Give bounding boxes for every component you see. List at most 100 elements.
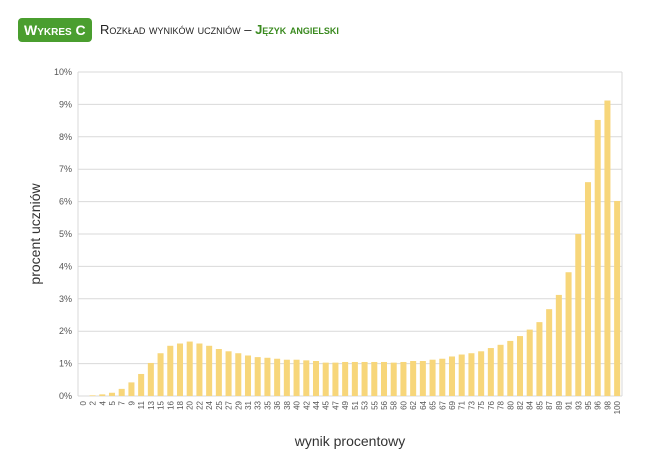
bar [274, 358, 281, 396]
x-tick-label: 78 [497, 400, 506, 409]
x-tick-label: 47 [331, 400, 340, 409]
bar [283, 359, 290, 396]
x-tick-label: 89 [555, 400, 564, 409]
bar [604, 100, 611, 397]
bar [108, 392, 116, 396]
x-tick-label: 38 [283, 400, 292, 409]
x-tick-label: 91 [565, 400, 574, 409]
bar [594, 119, 601, 397]
x-tick-label: 7 [118, 400, 127, 405]
x-tick-label: 44 [312, 400, 321, 409]
bar [342, 361, 349, 396]
x-tick-label: 31 [244, 400, 253, 409]
x-tick-label: 33 [254, 400, 263, 409]
x-tick-label: 58 [390, 400, 399, 409]
x-tick-label: 22 [195, 400, 204, 409]
x-tick-label: 15 [157, 400, 166, 409]
y-tick-label: 3% [59, 294, 72, 304]
y-tick-label: 7% [59, 164, 72, 174]
bar [361, 361, 368, 396]
x-tick-label: 5 [108, 400, 117, 405]
x-tick-label: 35 [263, 400, 272, 409]
bar [147, 362, 154, 396]
y-tick-label: 10% [54, 67, 72, 77]
bar [312, 361, 320, 396]
x-tick-label: 62 [409, 400, 418, 409]
x-tick-label: 20 [186, 400, 195, 409]
x-tick-label: 2 [89, 400, 98, 405]
bar [99, 394, 106, 396]
bar [371, 361, 378, 396]
bar [303, 360, 310, 396]
y-tick-label: 8% [59, 132, 72, 142]
x-tick-label: 56 [380, 400, 389, 409]
x-tick-label: 82 [516, 400, 525, 409]
bar [478, 351, 485, 396]
bar [546, 309, 553, 396]
bar [215, 349, 222, 396]
x-tick-label: 95 [584, 400, 593, 409]
bar [380, 361, 388, 396]
bar [516, 336, 524, 396]
x-tick-label: 24 [205, 400, 214, 409]
bar [575, 234, 582, 396]
y-tick-label: 1% [59, 359, 72, 369]
y-tick-label: 6% [59, 197, 72, 207]
bar [128, 382, 135, 396]
x-tick-label: 93 [574, 400, 583, 409]
bar [293, 359, 300, 396]
x-tick-label: 45 [322, 400, 331, 409]
x-tick-label: 51 [351, 400, 360, 409]
x-tick-label: 18 [176, 400, 185, 409]
x-tick-label: 96 [594, 400, 603, 409]
x-tick-label: 69 [448, 400, 457, 409]
y-tick-labels: 0% 1% 2% 3% 4% 5% 6% 7% 8% 9% 10% [54, 67, 72, 401]
x-tick-label: 84 [526, 400, 535, 409]
x-tick-label: 67 [438, 400, 447, 409]
x-tick-label: 53 [361, 400, 370, 409]
bar [322, 362, 329, 396]
x-tick-label: 13 [147, 400, 156, 409]
bar [235, 353, 242, 396]
bar [206, 345, 213, 396]
bar [419, 361, 426, 396]
x-tick-label: 29 [234, 400, 243, 409]
x-tick-label: 75 [477, 400, 486, 409]
x-tick-label: 0 [79, 400, 88, 405]
bar [526, 329, 533, 396]
bar [390, 362, 397, 396]
x-tick-label: 36 [273, 400, 282, 409]
bar [351, 361, 358, 396]
bar [487, 348, 494, 396]
bar-chart: 0%1%2%3%4%5%6%7%8%9%10% 0 2 4 5 7 9 11 13 15 16 18… [27, 67, 623, 449]
x-tick-label: 4 [98, 400, 107, 405]
bar [468, 353, 475, 396]
y-tick-label: 4% [59, 261, 72, 271]
x-tick-label: 76 [487, 400, 496, 409]
x-tick-label: 11 [137, 400, 146, 409]
x-tick-label: 64 [419, 400, 428, 409]
x-tick-label: 98 [603, 400, 612, 409]
bar [448, 356, 456, 396]
bar [157, 353, 164, 396]
bar [186, 341, 193, 396]
bar [118, 388, 125, 396]
bar [410, 361, 417, 396]
x-tick-label: 60 [399, 400, 408, 409]
bar [254, 357, 261, 396]
y-tick-label: 0% [59, 391, 72, 401]
bar [584, 182, 592, 396]
x-tick-label: 85 [535, 400, 544, 409]
bar [614, 200, 621, 396]
bar [332, 362, 339, 396]
bar [225, 351, 232, 396]
y-tick-label: 5% [59, 229, 72, 239]
bar [264, 357, 271, 396]
bar [458, 354, 465, 396]
bar [497, 344, 504, 396]
bar [176, 343, 184, 396]
bar [167, 345, 174, 396]
x-axis-label: wynik procentowy [294, 433, 406, 449]
bar [244, 355, 252, 396]
x-tick-label: 40 [293, 400, 302, 409]
